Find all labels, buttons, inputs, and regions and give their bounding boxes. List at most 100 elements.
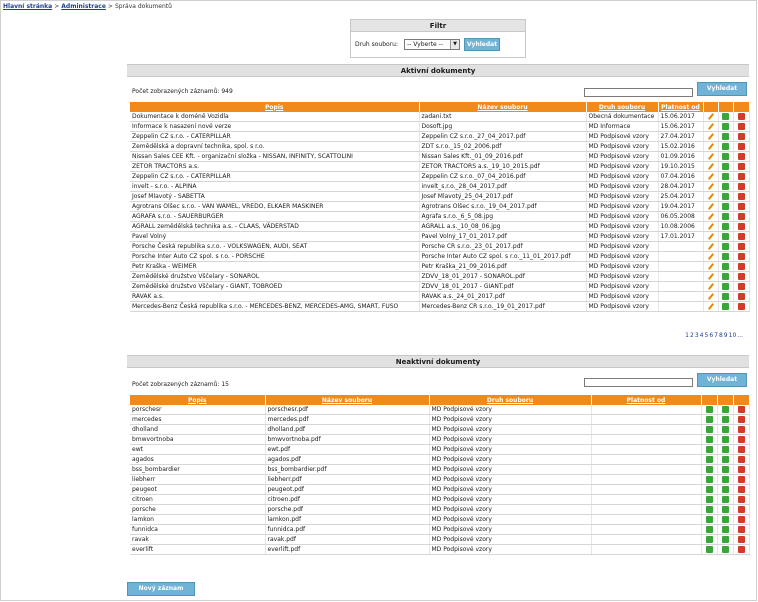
download-icon[interactable]	[721, 486, 729, 493]
download-icon[interactable]	[722, 113, 729, 120]
download-icon[interactable]	[721, 526, 729, 533]
page-link[interactable]: 6	[709, 332, 713, 339]
pencil-icon[interactable]	[707, 293, 714, 300]
download-icon[interactable]	[722, 153, 729, 160]
page-link[interactable]: 4	[700, 332, 704, 339]
download-icon[interactable]	[721, 426, 729, 433]
pencil-icon[interactable]	[707, 133, 714, 140]
filter-search-button[interactable]: Vyhledat	[464, 38, 500, 51]
download-icon[interactable]	[722, 123, 729, 130]
download-icon[interactable]	[721, 496, 729, 503]
breadcrumb-home-link[interactable]: Hlavní stránka	[3, 3, 52, 10]
delete-icon[interactable]	[737, 133, 745, 140]
download-icon[interactable]	[705, 486, 713, 493]
delete-icon[interactable]	[737, 546, 745, 553]
download-icon[interactable]	[722, 183, 729, 190]
column-header-filename[interactable]: Název souboru	[265, 395, 430, 405]
pencil-icon[interactable]	[707, 173, 714, 180]
pencil-icon[interactable]	[707, 113, 714, 120]
download-icon[interactable]	[721, 516, 729, 523]
pencil-icon[interactable]	[707, 223, 714, 230]
active-search-button[interactable]: Vyhledat	[697, 82, 747, 96]
download-icon[interactable]	[722, 223, 729, 230]
delete-icon[interactable]	[737, 203, 745, 210]
delete-icon[interactable]	[737, 406, 745, 413]
column-header-valid-from[interactable]: Platnost od	[591, 395, 702, 405]
column-header-description[interactable]: Popis	[130, 102, 420, 112]
delete-icon[interactable]	[737, 536, 745, 543]
active-search-input[interactable]	[584, 88, 693, 97]
delete-icon[interactable]	[737, 516, 745, 523]
pencil-icon[interactable]	[707, 203, 714, 210]
delete-icon[interactable]	[737, 213, 745, 220]
download-icon[interactable]	[722, 253, 729, 260]
delete-icon[interactable]	[737, 243, 745, 250]
pencil-icon[interactable]	[707, 243, 714, 250]
delete-icon[interactable]	[737, 486, 745, 493]
download-icon[interactable]	[705, 406, 713, 413]
delete-icon[interactable]	[737, 263, 745, 270]
download-icon[interactable]	[722, 143, 729, 150]
download-icon[interactable]	[705, 496, 713, 503]
delete-icon[interactable]	[737, 113, 745, 120]
column-header-file-type[interactable]: Druh souboru	[429, 395, 592, 405]
page-link[interactable]: ...	[737, 332, 743, 339]
pencil-icon[interactable]	[707, 193, 714, 200]
download-icon[interactable]	[722, 303, 729, 310]
pencil-icon[interactable]	[707, 163, 714, 170]
column-header-filename[interactable]: Název souboru	[419, 102, 587, 112]
download-icon[interactable]	[721, 406, 729, 413]
delete-icon[interactable]	[737, 143, 745, 150]
delete-icon[interactable]	[737, 173, 745, 180]
page-link[interactable]: 3	[695, 332, 699, 339]
breadcrumb-admin-link[interactable]: Administrace	[61, 3, 106, 10]
pencil-icon[interactable]	[707, 253, 714, 260]
download-icon[interactable]	[705, 546, 713, 553]
download-icon[interactable]	[705, 426, 713, 433]
pencil-icon[interactable]	[707, 183, 714, 190]
delete-icon[interactable]	[737, 416, 745, 423]
delete-icon[interactable]	[737, 436, 745, 443]
download-icon[interactable]	[705, 436, 713, 443]
download-icon[interactable]	[721, 436, 729, 443]
delete-icon[interactable]	[737, 526, 745, 533]
download-icon[interactable]	[722, 163, 729, 170]
download-icon[interactable]	[722, 263, 729, 270]
download-icon[interactable]	[722, 273, 729, 280]
download-icon[interactable]	[721, 456, 729, 463]
file-type-select[interactable]: -- Vyberte -- ▼	[404, 39, 460, 50]
download-icon[interactable]	[722, 283, 729, 290]
download-icon[interactable]	[705, 446, 713, 453]
delete-icon[interactable]	[737, 446, 745, 453]
download-icon[interactable]	[705, 536, 713, 543]
page-link[interactable]: 8	[719, 332, 723, 339]
delete-icon[interactable]	[737, 466, 745, 473]
download-icon[interactable]	[722, 293, 729, 300]
delete-icon[interactable]	[737, 193, 745, 200]
pencil-icon[interactable]	[707, 123, 714, 130]
download-icon[interactable]	[722, 213, 729, 220]
download-icon[interactable]	[721, 546, 729, 553]
download-icon[interactable]	[721, 536, 729, 543]
download-icon[interactable]	[722, 133, 729, 140]
download-icon[interactable]	[722, 243, 729, 250]
delete-icon[interactable]	[737, 253, 745, 260]
delete-icon[interactable]	[737, 273, 745, 280]
delete-icon[interactable]	[737, 496, 745, 503]
delete-icon[interactable]	[737, 163, 745, 170]
page-link[interactable]: 9	[724, 332, 728, 339]
download-icon[interactable]	[705, 506, 713, 513]
delete-icon[interactable]	[737, 293, 745, 300]
column-header-file-type[interactable]: Druh souboru	[586, 102, 659, 112]
delete-icon[interactable]	[737, 283, 745, 290]
download-icon[interactable]	[705, 526, 713, 533]
download-icon[interactable]	[721, 466, 729, 473]
delete-icon[interactable]	[737, 233, 745, 240]
download-icon[interactable]	[722, 173, 729, 180]
delete-icon[interactable]	[737, 183, 745, 190]
column-header-valid-from[interactable]: Platnost od	[658, 102, 704, 112]
download-icon[interactable]	[705, 456, 713, 463]
delete-icon[interactable]	[737, 456, 745, 463]
delete-icon[interactable]	[737, 223, 745, 230]
column-header-description[interactable]: Popis	[130, 395, 266, 405]
